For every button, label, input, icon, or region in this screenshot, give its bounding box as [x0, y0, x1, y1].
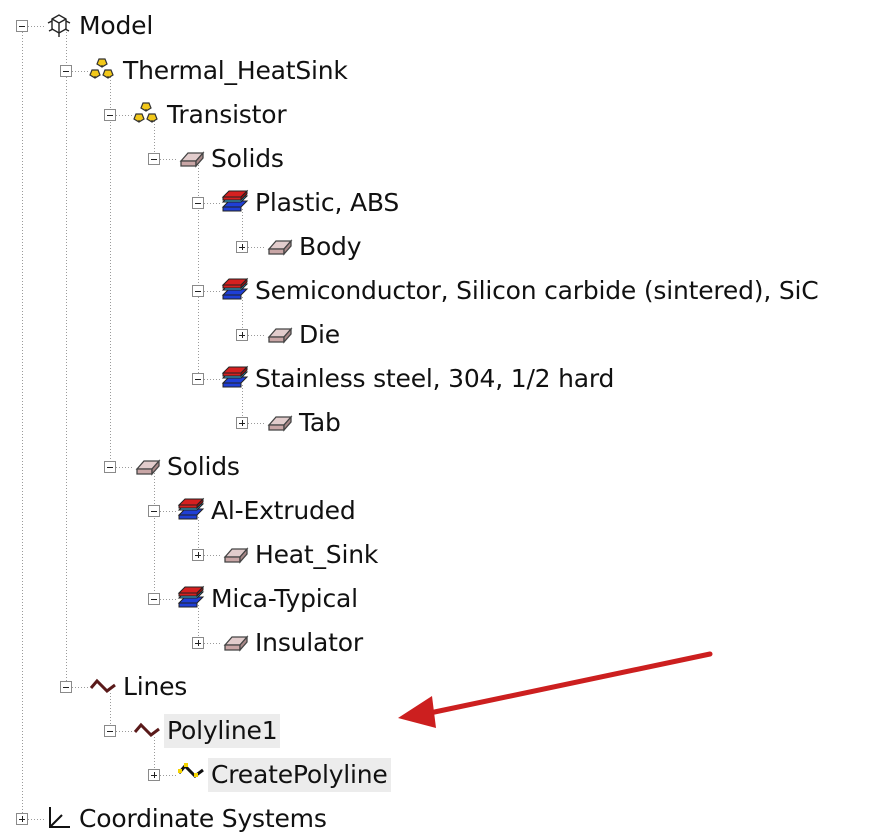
- create-line-icon: [176, 759, 206, 789]
- tree-node-polyline1[interactable]: Polyline1: [164, 713, 281, 749]
- polyline1-collapse-toggle[interactable]: [104, 725, 116, 737]
- tree-node-body[interactable]: Body: [296, 229, 364, 265]
- tree-node-label: Polyline1: [164, 714, 281, 748]
- model-tree: Model Thermal_HeatSink Transistor Solids…: [0, 0, 869, 835]
- model-collapse-toggle[interactable]: [16, 20, 28, 32]
- axes-icon: [44, 803, 74, 833]
- stainless-collapse-toggle[interactable]: [192, 373, 204, 385]
- tree-node-label: Mica-Typical: [211, 584, 358, 613]
- model-icon: [44, 10, 74, 40]
- tree-node-heat-sink[interactable]: Heat_Sink: [252, 537, 381, 573]
- solid-icon: [132, 451, 162, 481]
- tree-node-label: Solids: [167, 452, 240, 481]
- coordinate-systems-expand-toggle[interactable]: [16, 813, 28, 825]
- group-icon: [132, 99, 162, 129]
- solid-icon: [220, 539, 250, 569]
- create-polyline-expand-toggle[interactable]: [148, 769, 160, 781]
- mica-collapse-toggle[interactable]: [148, 593, 160, 605]
- tree-node-mica[interactable]: Mica-Typical: [208, 581, 361, 617]
- tree-node-plastic-abs[interactable]: Plastic, ABS: [252, 185, 402, 221]
- tree-node-label: Stainless steel, 304, 1/2 hard: [255, 364, 615, 393]
- tree-node-lines[interactable]: Lines: [120, 669, 190, 705]
- tree-node-die[interactable]: Die: [296, 317, 343, 353]
- lines-collapse-toggle[interactable]: [60, 681, 72, 693]
- thermal-heatsink-collapse-toggle[interactable]: [60, 65, 72, 77]
- tree-node-al-extruded[interactable]: Al-Extruded: [208, 493, 359, 529]
- tree-node-tab[interactable]: Tab: [296, 405, 344, 441]
- tree-node-label: Model: [79, 11, 154, 40]
- material-icon: [176, 583, 206, 613]
- tree-node-solids[interactable]: Solids: [164, 449, 243, 485]
- tree-node-label: Tab: [299, 408, 341, 437]
- material-icon: [220, 275, 250, 305]
- material-icon: [220, 363, 250, 393]
- material-icon: [220, 187, 250, 217]
- line-icon: [88, 671, 118, 701]
- heat-sink-expand-toggle[interactable]: [192, 549, 204, 561]
- tree-node-label: Die: [299, 320, 340, 349]
- tree-node-label: Plastic, ABS: [255, 188, 400, 217]
- solid-icon: [176, 143, 206, 173]
- tree-node-label: CreatePolyline: [208, 758, 391, 792]
- solid-icon: [264, 407, 294, 437]
- solid-icon: [220, 627, 250, 657]
- tree-node-model[interactable]: Model: [76, 8, 156, 44]
- tree-node-label: Insulator: [255, 628, 363, 657]
- tree-node-label: Semiconductor, Silicon carbide (sintered…: [255, 276, 819, 305]
- material-icon: [176, 495, 206, 525]
- transistor-solids-collapse-toggle[interactable]: [148, 153, 160, 165]
- tree-node-insulator[interactable]: Insulator: [252, 625, 366, 661]
- tree-node-transistor-solids[interactable]: Solids: [208, 141, 287, 177]
- solid-icon: [264, 231, 294, 261]
- insulator-expand-toggle[interactable]: [192, 637, 204, 649]
- body-expand-toggle[interactable]: [236, 241, 248, 253]
- tree-node-stainless[interactable]: Stainless steel, 304, 1/2 hard: [252, 361, 617, 397]
- tree-node-label: Al-Extruded: [211, 496, 356, 525]
- tree-node-thermal-heatsink[interactable]: Thermal_HeatSink: [120, 53, 351, 89]
- solids-collapse-toggle[interactable]: [104, 461, 116, 473]
- tree-node-transistor[interactable]: Transistor: [164, 97, 289, 133]
- tree-node-label: Coordinate Systems: [79, 804, 327, 833]
- tree-node-label: Transistor: [167, 100, 287, 129]
- tree-node-label: Solids: [211, 144, 284, 173]
- group-icon: [88, 55, 118, 85]
- tree-node-semiconductor[interactable]: Semiconductor, Silicon carbide (sintered…: [252, 273, 822, 309]
- tree-node-label: Thermal_HeatSink: [123, 56, 348, 85]
- tree-node-coordinate-systems[interactable]: Coordinate Systems: [76, 801, 330, 837]
- tree-node-label: Body: [299, 232, 362, 261]
- solid-icon: [264, 319, 294, 349]
- transistor-collapse-toggle[interactable]: [104, 109, 116, 121]
- semiconductor-collapse-toggle[interactable]: [192, 285, 204, 297]
- tree-node-label: Lines: [123, 672, 188, 701]
- tab-expand-toggle[interactable]: [236, 417, 248, 429]
- tree-node-create-polyline[interactable]: CreatePolyline: [208, 757, 391, 793]
- tree-node-label: Heat_Sink: [255, 540, 379, 569]
- plastic-abs-collapse-toggle[interactable]: [192, 197, 204, 209]
- die-expand-toggle[interactable]: [236, 329, 248, 341]
- line-icon: [132, 715, 162, 745]
- al-extruded-collapse-toggle[interactable]: [148, 505, 160, 517]
